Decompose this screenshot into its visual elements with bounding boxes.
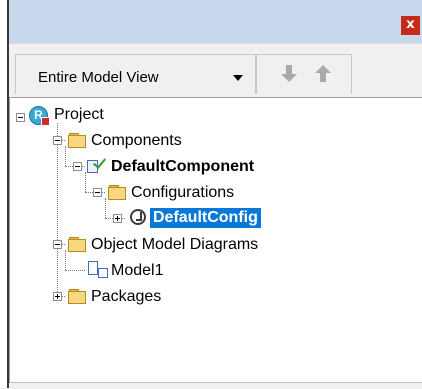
tree-item-default-component[interactable]: DefaultComponent xyxy=(111,157,254,177)
project-icon: R xyxy=(29,106,50,126)
folder-icon xyxy=(68,133,86,148)
expander-object-model-diagrams[interactable] xyxy=(53,240,62,249)
expander-components[interactable] xyxy=(53,136,62,145)
tree-item-project[interactable]: Project xyxy=(54,105,104,125)
tree-item-packages[interactable]: Packages xyxy=(91,287,161,307)
chevron-down-icon xyxy=(233,75,243,81)
component-icon xyxy=(87,155,107,174)
close-button[interactable]: x xyxy=(401,16,420,35)
expander-project[interactable] xyxy=(16,113,25,122)
folder-icon xyxy=(68,237,86,252)
move-buttons xyxy=(256,54,352,94)
panel-titlebar: x xyxy=(9,0,422,43)
view-dropdown-label: Entire Model View xyxy=(38,69,159,86)
folder-icon xyxy=(108,185,126,200)
folder-icon xyxy=(68,289,86,304)
toolbar: Entire Model View xyxy=(9,43,422,97)
expander-configurations[interactable] xyxy=(93,188,102,197)
view-dropdown[interactable]: Entire Model View xyxy=(15,54,256,94)
expander-default-config[interactable] xyxy=(113,214,122,223)
tree-item-model1[interactable]: Model1 xyxy=(111,261,163,281)
expander-packages[interactable] xyxy=(53,292,62,301)
model-tree: R Project Components DefaultComponent Co… xyxy=(9,97,422,389)
tree-item-default-config[interactable]: DefaultConfig xyxy=(150,208,261,228)
arrow-down-icon[interactable] xyxy=(281,65,297,83)
tree-item-configurations[interactable]: Configurations xyxy=(131,183,234,203)
tree-item-object-model-diagrams[interactable]: Object Model Diagrams xyxy=(91,235,258,255)
expander-default-component[interactable] xyxy=(73,162,82,171)
configuration-icon xyxy=(130,209,146,225)
tree-item-components[interactable]: Components xyxy=(91,131,182,151)
diagram-icon xyxy=(88,261,108,279)
arrow-up-icon[interactable] xyxy=(315,65,331,83)
